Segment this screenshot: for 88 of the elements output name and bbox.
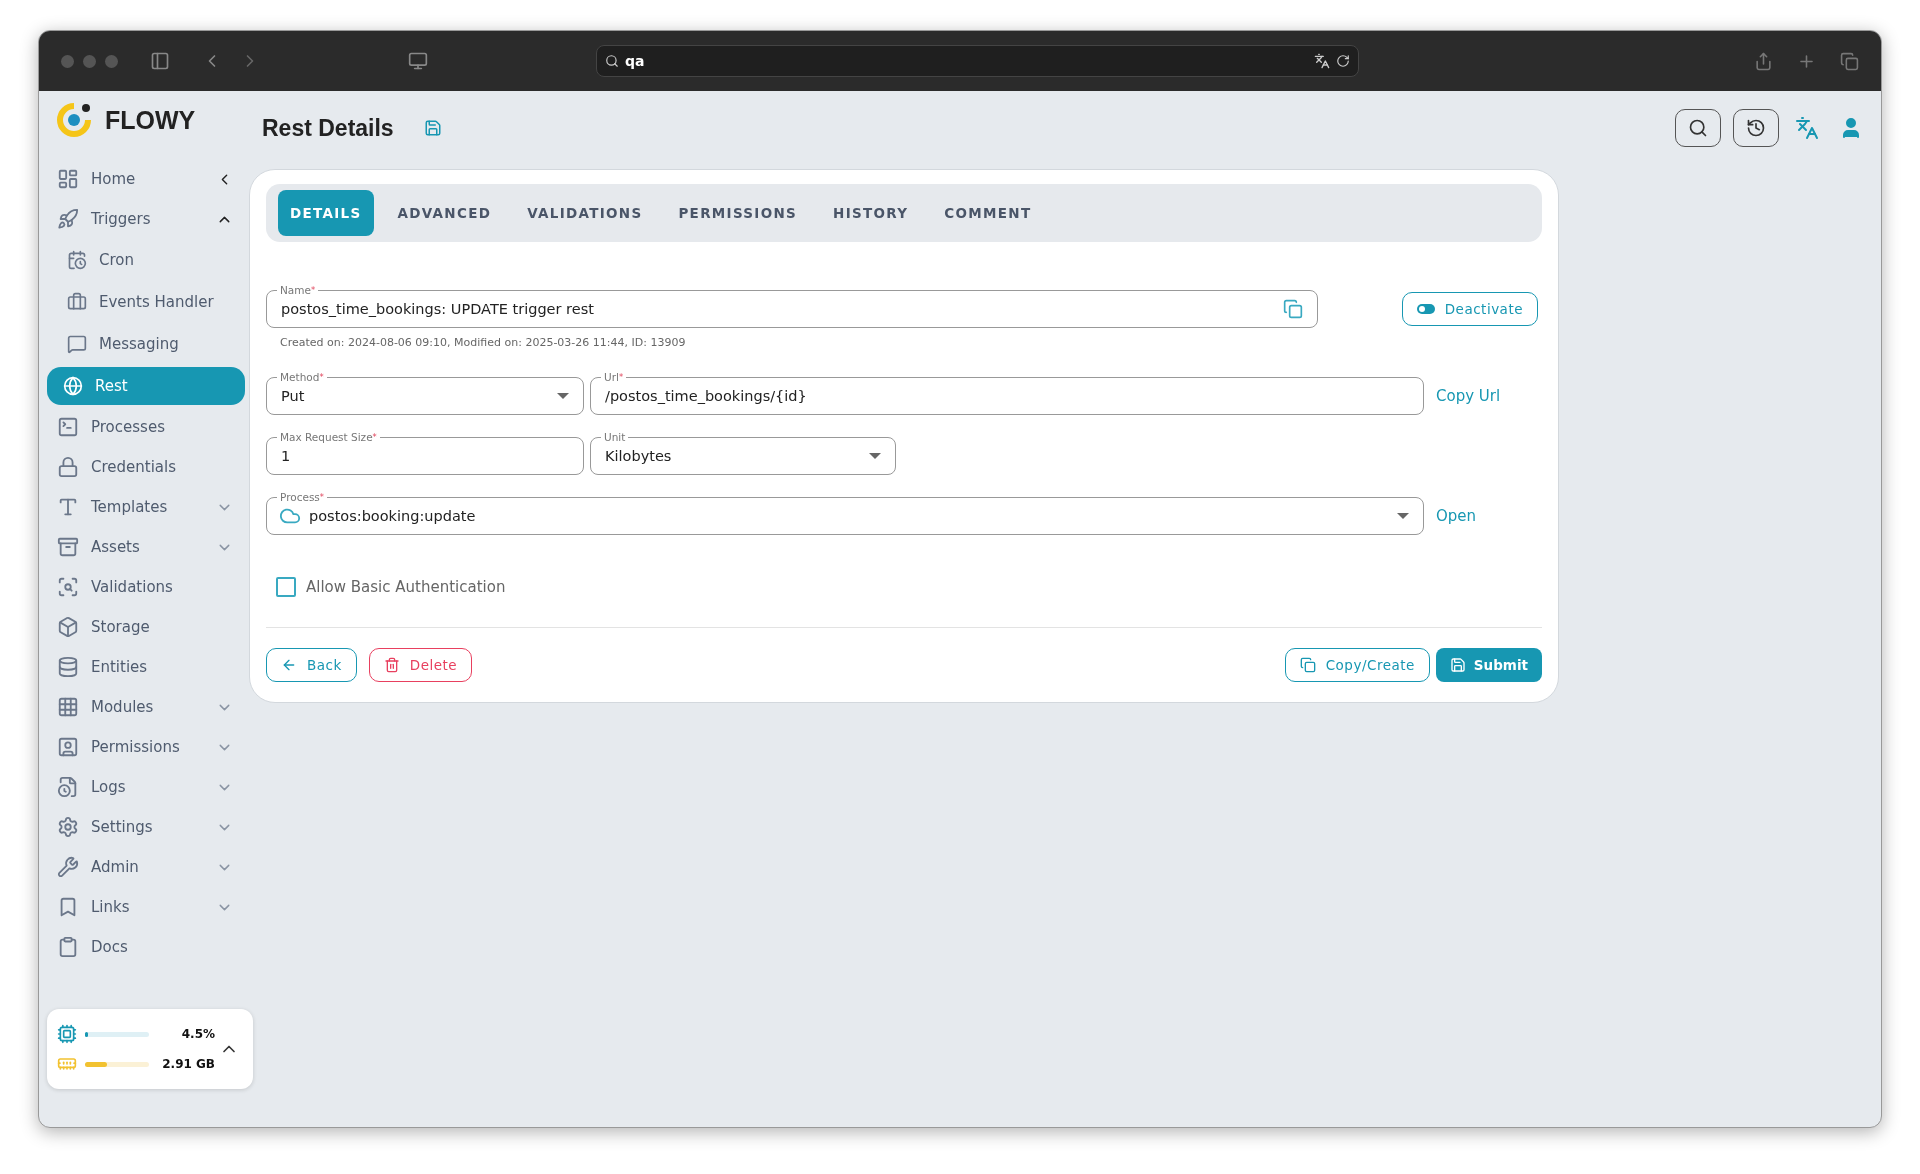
- sidebar-item[interactable]: Links: [47, 887, 245, 927]
- search-button[interactable]: [1675, 109, 1721, 147]
- database-icon: [57, 656, 79, 678]
- scan-search-icon: [57, 576, 79, 598]
- copy-icon: [1299, 657, 1316, 673]
- delete-button[interactable]: Delete: [368, 648, 473, 682]
- logo-icon: [55, 101, 93, 139]
- field-label: Unit: [601, 430, 629, 444]
- tab[interactable]: ADVANCED: [385, 190, 504, 236]
- archive-icon: [57, 536, 79, 558]
- sidebar-item[interactable]: Messaging: [47, 323, 245, 365]
- user-card-icon: [57, 736, 79, 758]
- chip-icon: [57, 1024, 77, 1044]
- sidebar-item[interactable]: Storage: [47, 607, 245, 647]
- calendar-clock-icon: [67, 250, 87, 270]
- window-minimize-dot[interactable]: [83, 54, 96, 68]
- record-meta: Created on: 2024-08-06 09:10, Modified on: 2025-03-26 11:44, ID: 13909: [280, 336, 687, 349]
- sidebar-toggle-icon[interactable]: [150, 51, 170, 71]
- copy-url-link[interactable]: Copy Url: [1436, 387, 1501, 405]
- toggle-icon: [1416, 304, 1435, 314]
- submit-button[interactable]: Submit: [1435, 648, 1542, 682]
- grid-icon: [57, 696, 79, 718]
- address-bar[interactable]: qa: [596, 45, 1359, 77]
- save-icon: [1449, 657, 1466, 673]
- lock-icon: [57, 456, 79, 478]
- sidebar-item[interactable]: Settings: [47, 807, 245, 847]
- message-icon: [67, 334, 87, 354]
- box-icon: [57, 616, 79, 638]
- rocket-icon: [57, 208, 79, 230]
- dropdown-caret-icon: [1397, 513, 1409, 519]
- sidebar-item[interactable]: Logs: [47, 767, 245, 807]
- basic-auth-checkbox[interactable]: Allow Basic Authentication: [276, 577, 1542, 597]
- tab[interactable]: COMMENT: [932, 190, 1044, 236]
- sidebar-item[interactable]: Credentials: [47, 447, 245, 487]
- type-icon: [57, 496, 79, 518]
- dropdown-caret-icon: [869, 453, 881, 459]
- sidebar-item[interactable]: Rest: [47, 367, 245, 405]
- sidebar-item[interactable]: Admin: [47, 847, 245, 887]
- deactivate-button[interactable]: Deactivate: [1401, 292, 1538, 326]
- monitor-icon[interactable]: [408, 51, 428, 71]
- window-close-dot[interactable]: [61, 54, 74, 68]
- usage-reading: 2.91 GB: [161, 1057, 215, 1071]
- wrench-icon: [57, 856, 79, 878]
- search-icon: [1688, 118, 1708, 138]
- reload-icon[interactable]: [1336, 54, 1350, 68]
- dropdown-caret-icon: [557, 393, 569, 399]
- search-icon: [605, 54, 619, 68]
- tab[interactable]: DETAILS: [278, 190, 374, 236]
- terminal-icon: [57, 416, 79, 438]
- sidebar-item[interactable]: Entities: [47, 647, 245, 687]
- sidebar-item[interactable]: Modules: [47, 687, 245, 727]
- sidebar-item[interactable]: Validations: [47, 567, 245, 607]
- open-link[interactable]: Open: [1436, 507, 1477, 525]
- tab[interactable]: VALIDATIONS: [515, 190, 655, 236]
- history-icon: [1746, 118, 1766, 138]
- clipboard-icon: [57, 936, 79, 958]
- globe-icon: [63, 376, 83, 396]
- tabs-overview-icon[interactable]: [1840, 51, 1859, 71]
- tab[interactable]: HISTORY: [821, 190, 921, 236]
- sidebar-item[interactable]: Home: [47, 159, 245, 199]
- trash-icon: [383, 657, 400, 673]
- tab[interactable]: PERMISSIONS: [666, 190, 810, 236]
- sidebar-item[interactable]: Processes: [47, 407, 245, 447]
- settings-icon: [57, 816, 79, 838]
- checkbox[interactable]: [276, 577, 296, 597]
- page-title: Rest Details: [262, 114, 394, 142]
- save-icon: [423, 119, 442, 137]
- sidebar-item[interactable]: Cron: [47, 239, 245, 281]
- dashboard-icon: [57, 168, 79, 190]
- sidebar-item[interactable]: Templates: [47, 487, 245, 527]
- file-clock-icon: [57, 776, 79, 798]
- arrow-left-icon: [281, 657, 297, 673]
- share-icon[interactable]: [1754, 51, 1773, 71]
- sidebar-item[interactable]: Permissions: [47, 727, 245, 767]
- sidebar-item[interactable]: Assets: [47, 527, 245, 567]
- back-button[interactable]: Back: [266, 648, 357, 682]
- sidebar-item[interactable]: Events Handler: [47, 281, 245, 323]
- copy-create-button[interactable]: Copy/Create: [1284, 648, 1430, 682]
- briefcase-icon: [67, 292, 87, 312]
- app-name: FLOWY: [105, 105, 196, 135]
- window-zoom-dot[interactable]: [105, 54, 118, 68]
- translate-icon[interactable]: [1314, 53, 1330, 69]
- sidebar-item[interactable]: Triggers: [47, 199, 245, 239]
- copy-icon[interactable]: [1283, 299, 1303, 319]
- sidebar-item[interactable]: Docs: [47, 927, 245, 967]
- translate-icon: [1795, 116, 1819, 140]
- history-button[interactable]: [1733, 109, 1779, 147]
- usage-reading: 4.5%: [180, 1027, 215, 1041]
